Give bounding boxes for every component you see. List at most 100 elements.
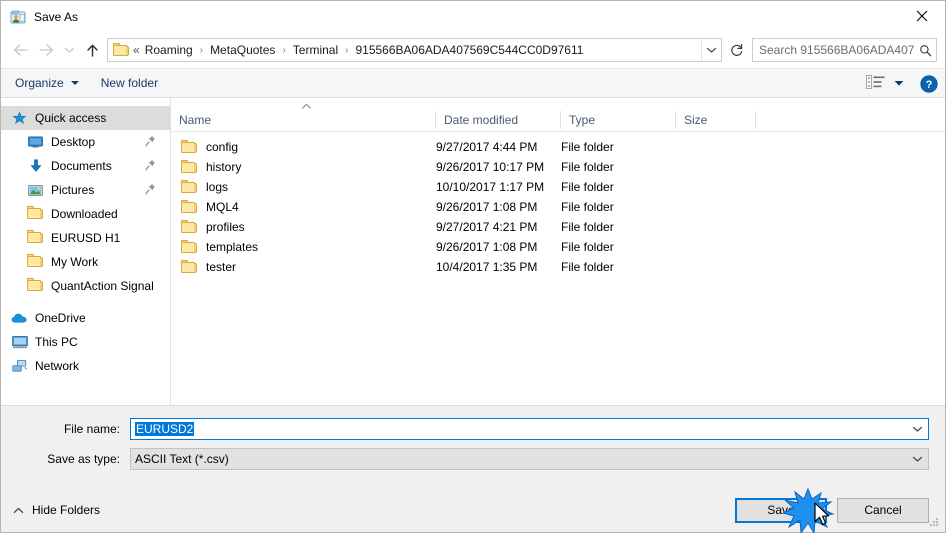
sidebar-item-onedrive[interactable]: OneDrive: [1, 306, 170, 330]
table-row[interactable]: MQL4 9/26/2017 1:08 PM File folder: [171, 197, 945, 217]
dialog-body: Quick access Desktop Documents Pictures …: [1, 98, 945, 405]
sidebar-item-label: Desktop: [51, 135, 96, 149]
table-row[interactable]: tester 10/4/2017 1:35 PM File folder: [171, 257, 945, 277]
save-button[interactable]: Save: [735, 497, 827, 523]
view-layout-button[interactable]: [866, 74, 904, 92]
file-name-label: logs: [206, 180, 229, 194]
folder-icon: [181, 180, 197, 194]
close-icon[interactable]: [899, 1, 945, 31]
sidebar-item-label: This PC: [35, 335, 78, 349]
new-folder-button[interactable]: New folder: [101, 76, 158, 90]
table-row[interactable]: profiles 9/27/2017 4:21 PM File folder: [171, 217, 945, 237]
window-title: Save As: [34, 9, 79, 24]
table-row[interactable]: templates 9/26/2017 1:08 PM File folder: [171, 237, 945, 257]
file-date-cell: 9/26/2017 10:17 PM: [436, 160, 545, 174]
sidebar-item-downloaded[interactable]: Downloaded: [1, 202, 170, 226]
file-name-label: profiles: [206, 220, 245, 234]
folder-icon: [181, 200, 197, 214]
table-row[interactable]: config 9/27/2017 4:44 PM File folder: [171, 137, 945, 157]
recent-locations-chevron-down-icon[interactable]: [59, 37, 79, 63]
sort-ascending-icon: [302, 98, 311, 109]
onedrive-cloud-icon: [11, 310, 28, 326]
column-header-size[interactable]: Size: [676, 110, 756, 129]
file-type-cell: File folder: [561, 180, 614, 194]
folder-icon: [27, 206, 44, 222]
column-header-date-modified[interactable]: Date modified: [436, 110, 561, 129]
sidebar-item-label: EURUSD H1: [51, 231, 121, 245]
resize-grip-icon[interactable]: [927, 515, 941, 529]
file-name-chevron-down-icon[interactable]: [906, 425, 928, 433]
file-name-label: history: [206, 160, 242, 174]
sidebar-item-label: Quick access: [35, 111, 107, 125]
folder-icon: [27, 230, 44, 246]
folder-icon: [181, 240, 197, 254]
help-icon[interactable]: ?: [920, 74, 938, 93]
sidebar-item-pictures[interactable]: Pictures: [1, 178, 170, 202]
refresh-icon[interactable]: [726, 39, 748, 61]
sidebar-item-label: Pictures: [51, 183, 95, 197]
file-type-cell: File folder: [561, 140, 614, 154]
save-as-type-chevron-down-icon[interactable]: [906, 455, 928, 463]
sidebar-item-label: OneDrive: [35, 311, 86, 325]
file-date-cell: 9/26/2017 1:08 PM: [436, 240, 538, 254]
file-name-value: EURUSD2: [131, 422, 906, 436]
breadcrumb-overflow[interactable]: «: [133, 43, 140, 57]
breadcrumb-item-metaquotes[interactable]: MetaQuotes: [209, 43, 276, 57]
up-arrow-icon[interactable]: [79, 37, 105, 63]
sidebar-item-label: Network: [35, 359, 80, 373]
file-name-cell: logs: [171, 180, 436, 194]
cancel-button[interactable]: Cancel: [837, 497, 929, 523]
sidebar-item-eurusd-h1[interactable]: EURUSD H1: [1, 226, 170, 250]
pin-icon[interactable]: [145, 159, 156, 174]
sidebar-item-quick-access[interactable]: Quick access: [1, 106, 170, 130]
pin-icon[interactable]: [145, 135, 156, 150]
file-name-cell: history: [171, 160, 436, 174]
file-list: Name Date modified Type Size config 9/27…: [171, 98, 945, 405]
back-arrow-icon[interactable]: [7, 37, 33, 63]
file-type-cell: File folder: [561, 260, 614, 274]
sidebar-item-this-pc[interactable]: This PC: [1, 330, 170, 354]
sidebar-item-documents[interactable]: Documents: [1, 154, 170, 178]
file-date-cell: 9/27/2017 4:21 PM: [436, 220, 538, 234]
file-name-label: config: [206, 140, 239, 154]
hide-folders-button[interactable]: Hide Folders: [13, 503, 100, 517]
breadcrumb: Roaming › MetaQuotes › Terminal › 915566…: [144, 43, 701, 57]
column-header-name[interactable]: Name: [171, 110, 436, 129]
pictures-icon: [27, 182, 44, 198]
forward-arrow-icon[interactable]: [33, 37, 59, 63]
file-rows: config 9/27/2017 4:44 PM File folder his…: [171, 132, 945, 405]
pin-icon[interactable]: [145, 183, 156, 198]
breadcrumb-separator: ›: [199, 44, 204, 56]
search-input[interactable]: Search 915566BA06ADA40756...: [752, 38, 937, 62]
file-type-cell: File folder: [561, 200, 614, 214]
breadcrumb-separator: ›: [345, 44, 349, 56]
file-name-cell: tester: [171, 260, 436, 274]
sidebar-item-desktop[interactable]: Desktop: [1, 130, 170, 154]
address-chevron-down-icon[interactable]: [701, 39, 721, 61]
file-name-cell: templates: [171, 240, 436, 254]
star-icon: [11, 110, 28, 126]
folder-icon: [27, 254, 44, 270]
breadcrumb-item-terminal-id[interactable]: 915566BA06ADA407569C544CC0D97611: [354, 43, 584, 57]
sidebar-item-quantaction-signal[interactable]: QuantAction Signal: [1, 274, 170, 298]
file-type-cell: File folder: [561, 160, 614, 174]
file-name-input[interactable]: EURUSD2: [130, 418, 929, 440]
table-row[interactable]: logs 10/10/2017 1:17 PM File folder: [171, 177, 945, 197]
column-header-type[interactable]: Type: [561, 110, 676, 129]
save-as-app-icon: [10, 9, 26, 25]
hide-folders-label: Hide Folders: [32, 503, 101, 517]
view-chevron-down-icon[interactable]: [894, 76, 904, 90]
save-as-type-select[interactable]: ASCII Text (*.csv): [130, 448, 929, 470]
address-bar[interactable]: « Roaming › MetaQuotes › Terminal › 9155…: [107, 38, 722, 62]
title-bar: Save As: [1, 1, 945, 32]
breadcrumb-item-roaming[interactable]: Roaming: [144, 43, 194, 57]
table-row[interactable]: history 9/26/2017 10:17 PM File folder: [171, 157, 945, 177]
breadcrumb-item-terminal[interactable]: Terminal: [292, 43, 339, 57]
network-icon: [11, 358, 28, 374]
sidebar-item-my-work[interactable]: My Work: [1, 250, 170, 274]
sidebar-item-network[interactable]: Network: [1, 354, 170, 378]
search-icon[interactable]: [914, 44, 936, 57]
folder-icon: [181, 220, 197, 234]
organize-button[interactable]: Organize: [15, 76, 79, 90]
file-name-row: File name: EURUSD2: [17, 418, 929, 440]
